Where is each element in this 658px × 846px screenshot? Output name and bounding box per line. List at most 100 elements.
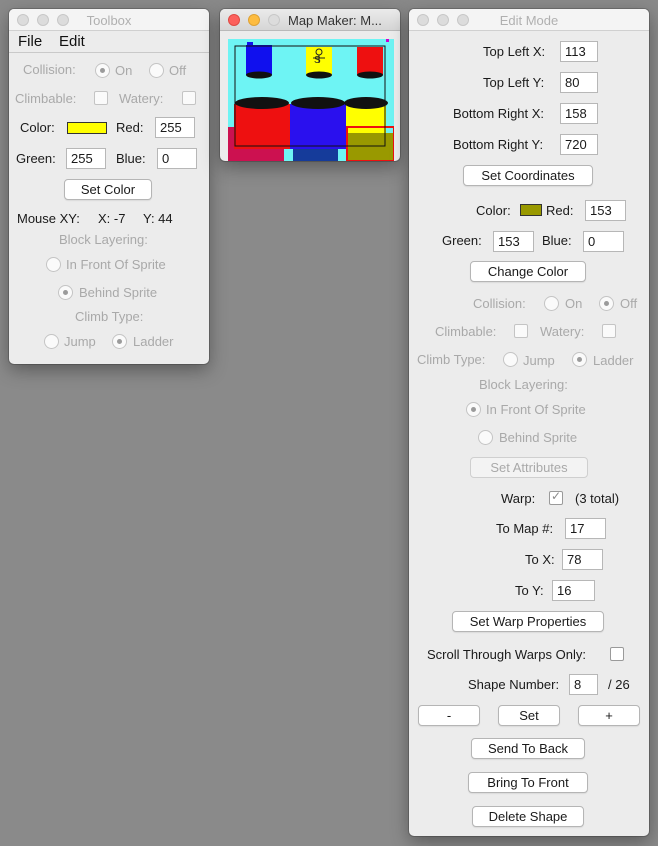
bottom-right-y-label: Bottom Right Y: <box>453 137 544 152</box>
zoom-icon[interactable] <box>268 14 280 26</box>
menu-file[interactable]: File <box>18 33 42 50</box>
shape-number-label: Shape Number: <box>468 677 560 692</box>
red-field[interactable]: 255 <box>155 117 195 138</box>
edit-climbable-checkbox[interactable] <box>514 324 528 338</box>
collision-off-label: Off <box>169 63 187 78</box>
to-map-label: To Map #: <box>496 521 554 536</box>
to-y-field[interactable]: 16 <box>552 580 595 601</box>
map-maker-window: Map Maker: M... S <box>220 9 400 161</box>
block-layering-label: Block Layering: <box>59 232 148 247</box>
scroll-warps-checkbox[interactable] <box>610 647 624 661</box>
previous-shape-button[interactable]: - <box>418 705 480 726</box>
edit-collision-off-label: Off <box>620 296 638 311</box>
edit-collision-on-radio[interactable] <box>544 296 559 311</box>
edit-watery-checkbox[interactable] <box>602 324 616 338</box>
shape-blue-small-cap <box>246 71 272 79</box>
toolbox-title: Toolbox <box>86 13 132 28</box>
behind-radio[interactable] <box>58 285 73 300</box>
climbable-label: Climbable: <box>15 91 77 106</box>
blue-field[interactable]: 0 <box>157 148 197 169</box>
edit-mode-title: Edit Mode <box>499 13 559 28</box>
bottom-right-x-field[interactable]: 158 <box>560 103 598 124</box>
shape-number-field[interactable]: 8 <box>569 674 598 695</box>
set-coordinates-button[interactable]: Set Coordinates <box>463 165 593 186</box>
map-maker-titlebar[interactable]: Map Maker: M... <box>220 9 400 31</box>
red-label: Red: <box>116 120 144 135</box>
edit-blue-label: Blue: <box>542 233 572 248</box>
color-label: Color: <box>20 120 55 135</box>
change-color-button[interactable]: Change Color <box>470 261 586 282</box>
minimize-icon[interactable] <box>248 14 260 26</box>
ladder-label: Ladder <box>133 334 174 349</box>
shape-blue-large-cap <box>291 97 345 109</box>
shape-yellow-large-cap <box>344 97 388 109</box>
warp-label: Warp: <box>501 491 536 506</box>
bring-to-front-button[interactable]: Bring To Front <box>468 772 588 793</box>
edit-behind-radio[interactable] <box>478 430 493 445</box>
to-y-label: To Y: <box>515 583 544 598</box>
delete-shape-button[interactable]: Delete Shape <box>472 806 584 827</box>
green-field[interactable]: 255 <box>66 148 106 169</box>
in-front-label: In Front Of Sprite <box>66 257 166 272</box>
menu-edit[interactable]: Edit <box>59 33 85 50</box>
green-label: Green: <box>16 151 56 166</box>
edit-collision-off-radio[interactable] <box>599 296 614 311</box>
edit-mode-titlebar[interactable]: Edit Mode <box>409 9 649 31</box>
set-attributes-button[interactable]: Set Attributes <box>470 457 588 478</box>
collision-label: Collision: <box>23 62 76 77</box>
edit-watery-label: Watery: <box>540 324 585 339</box>
mouse-x-value: X: -7 <box>98 211 126 226</box>
color-swatch <box>67 122 107 134</box>
magenta-marker <box>386 39 389 42</box>
shape-yellow-small-cap <box>306 71 332 79</box>
map-canvas[interactable]: S <box>228 39 394 161</box>
ladder-radio[interactable] <box>112 334 127 349</box>
edit-green-field[interactable]: 153 <box>493 231 534 252</box>
close-icon[interactable] <box>228 14 240 26</box>
edit-climb-type-label: Climb Type: <box>417 352 486 367</box>
edit-mode-window: Edit Mode Top Left X: 113 Top Left Y: 80… <box>409 9 649 836</box>
watery-checkbox[interactable] <box>182 91 196 105</box>
to-x-field[interactable]: 78 <box>562 549 603 570</box>
in-front-radio[interactable] <box>46 257 61 272</box>
edit-red-field[interactable]: 153 <box>585 200 626 221</box>
top-left-y-field[interactable]: 80 <box>560 72 598 93</box>
toolbox-window: Toolbox File Edit Collision: On Off Clim… <box>9 9 209 364</box>
bottom-right-y-field[interactable]: 720 <box>560 134 598 155</box>
jump-radio[interactable] <box>44 334 59 349</box>
toolbox-titlebar[interactable]: Toolbox <box>9 9 209 31</box>
edit-ladder-radio[interactable] <box>572 352 587 367</box>
edit-in-front-radio[interactable] <box>466 402 481 417</box>
set-warp-properties-button[interactable]: Set Warp Properties <box>452 611 604 632</box>
jump-label: Jump <box>64 334 96 349</box>
collision-on-radio[interactable] <box>95 63 110 78</box>
edit-blue-field[interactable]: 0 <box>583 231 624 252</box>
scroll-warps-label: Scroll Through Warps Only: <box>427 647 586 662</box>
watery-label: Watery: <box>119 91 164 106</box>
send-to-back-button[interactable]: Send To Back <box>471 738 585 759</box>
edit-green-label: Green: <box>442 233 482 248</box>
edit-in-front-label: In Front Of Sprite <box>486 402 586 417</box>
blue-label: Blue: <box>116 151 146 166</box>
top-left-y-label: Top Left Y: <box>483 75 545 90</box>
shape-blue-large <box>290 104 346 149</box>
edit-collision-on-label: On <box>565 296 583 311</box>
next-shape-button[interactable]: + <box>578 705 640 726</box>
bottom-right-x-label: Bottom Right X: <box>453 106 545 121</box>
warp-checkbox[interactable] <box>549 489 563 505</box>
set-color-button[interactable]: Set Color <box>64 179 152 200</box>
edit-block-layering-label: Block Layering: <box>479 377 568 392</box>
edit-jump-radio[interactable] <box>503 352 518 367</box>
set-shape-button[interactable]: Set <box>498 705 560 726</box>
toolbox-menubar: File Edit <box>9 31 209 53</box>
edit-climbable-label: Climbable: <box>435 324 497 339</box>
shape-red-large <box>234 104 290 149</box>
climbable-checkbox[interactable] <box>94 91 108 105</box>
top-left-x-field[interactable]: 113 <box>560 41 598 62</box>
collision-on-label: On <box>115 63 133 78</box>
map-maker-title: Map Maker: M... <box>288 13 382 28</box>
collision-off-radio[interactable] <box>149 63 164 78</box>
to-map-field[interactable]: 17 <box>565 518 606 539</box>
mouse-y-value: Y: 44 <box>143 211 173 226</box>
shape-red-large-cap <box>235 97 289 109</box>
